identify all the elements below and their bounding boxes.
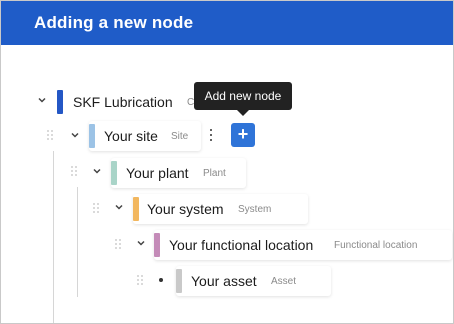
- node-color-stripe: [176, 269, 182, 293]
- chevron-down-icon[interactable]: [36, 94, 48, 106]
- chevron-down-icon[interactable]: [113, 201, 125, 213]
- chevron-down-icon[interactable]: [91, 165, 103, 177]
- node-label: Your system: [147, 201, 224, 217]
- node-color-stripe: [57, 90, 63, 114]
- more-vertical-icon[interactable]: [208, 128, 214, 142]
- drag-handle-icon[interactable]: [47, 130, 53, 140]
- node-label: Your site: [104, 128, 158, 144]
- tree-node-site[interactable]: Your site Site: [89, 121, 201, 151]
- node-type: Asset: [271, 276, 297, 287]
- add-node-tooltip: Add new node: [194, 82, 292, 110]
- drag-handle-icon[interactable]: [93, 203, 99, 213]
- tree-node-asset[interactable]: Your asset Asset: [176, 266, 331, 296]
- page-title: Adding a new node: [34, 13, 194, 32]
- chevron-down-icon[interactable]: [135, 237, 147, 249]
- node-label: Your asset: [191, 273, 257, 289]
- chevron-down-icon[interactable]: [69, 129, 81, 141]
- tree-guide-line: [77, 187, 78, 297]
- app-window: Adding a new node SKF Lubrication C Your…: [0, 0, 454, 324]
- bullet-icon: [159, 278, 163, 282]
- node-color-stripe: [154, 233, 160, 257]
- node-type: Plant: [203, 168, 226, 179]
- tree-node-functional-location[interactable]: Your functional location Functional loca…: [154, 230, 452, 260]
- node-color-stripe: [133, 197, 139, 221]
- tree-node-root[interactable]: SKF Lubrication C: [57, 87, 197, 117]
- tree-node-plant[interactable]: Your plant Plant: [111, 158, 246, 188]
- tree-node-system[interactable]: Your system System: [133, 194, 308, 224]
- node-label: Your plant: [126, 165, 189, 181]
- node-type: Functional location: [334, 240, 418, 251]
- node-color-stripe: [89, 124, 95, 148]
- add-node-button[interactable]: +: [231, 123, 255, 147]
- page-header: Adding a new node: [1, 1, 453, 45]
- node-color-stripe: [111, 161, 117, 185]
- drag-handle-icon[interactable]: [115, 239, 121, 249]
- node-type: System: [238, 204, 272, 215]
- tree-guide-line: [53, 151, 54, 323]
- drag-handle-icon[interactable]: [137, 275, 143, 285]
- node-type: Site: [171, 131, 189, 142]
- node-label: Your functional location: [169, 237, 314, 253]
- node-label: SKF Lubrication: [73, 94, 173, 110]
- drag-handle-icon[interactable]: [71, 166, 77, 176]
- tooltip-arrow: [237, 110, 249, 116]
